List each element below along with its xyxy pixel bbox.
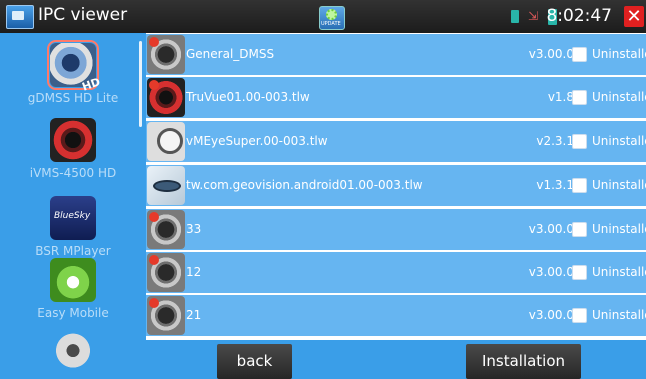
dmss-lens-icon [147, 296, 185, 335]
installation-button[interactable]: Installation [466, 344, 581, 379]
vmeye-webcam-icon [147, 122, 185, 161]
plugin-status: Uninstalled [592, 90, 646, 104]
gdmss-hd-icon: HD [47, 40, 102, 94]
update-button[interactable]: UPDATE [319, 6, 345, 30]
sidebar-item-camera-robot[interactable] [0, 333, 146, 377]
plugin-name: TruVue01.00-003.tlw [186, 90, 310, 104]
plugin-status: Uninstalled [592, 308, 646, 322]
install-checkbox[interactable] [572, 47, 587, 62]
plugin-version: v3.00.0 [528, 308, 574, 322]
back-button[interactable]: back [217, 344, 292, 379]
plugin-version: v2.3.1 [536, 134, 574, 148]
sidebar-item-ivms-4500-hd[interactable]: iVMS-4500 HD [0, 118, 146, 180]
plugin-status: Uninstalled [592, 222, 646, 236]
update-label: UPDATE [321, 21, 341, 27]
install-checkbox[interactable] [572, 222, 587, 237]
truvue-hd-lens-icon [147, 78, 185, 117]
plugin-status: Uninstalled [592, 265, 646, 279]
install-checkbox[interactable] [572, 90, 587, 105]
plugin-name: tw.com.geovision.android01.00-003.tlw [186, 178, 423, 192]
plugin-name: 12 [186, 265, 202, 279]
plugin-name: General_DMSS [186, 47, 275, 61]
install-checkbox[interactable] [572, 308, 587, 323]
list-item[interactable]: vMEyeSuper.00-003.tlw v2.3.1 Uninstalled [146, 121, 646, 162]
list-item[interactable]: 33 v3.00.0 Uninstalled [146, 209, 646, 250]
plugin-list: General_DMSS v3.00.0 Uninstalled TruVue0… [146, 33, 646, 340]
sim-card-icon [511, 10, 519, 23]
plugin-status: Uninstalled [592, 47, 646, 61]
camera-robot-icon [50, 333, 96, 377]
list-item[interactable]: TruVue01.00-003.tlw v1.8 Uninstalled [146, 77, 646, 118]
geovision-eye-icon [147, 166, 185, 205]
easy-mobile-icon [50, 258, 96, 302]
list-item[interactable]: 21 v3.00.0 Uninstalled [146, 295, 646, 336]
plugin-status: Uninstalled [592, 178, 646, 192]
gear-icon [326, 9, 337, 20]
ivms-icon [50, 118, 96, 162]
plugin-name: 33 [186, 222, 202, 236]
install-checkbox[interactable] [572, 265, 587, 280]
plugin-status: Uninstalled [592, 134, 646, 148]
list-item[interactable]: tw.com.geovision.android01.00-003.tlw v1… [146, 165, 646, 206]
dmss-lens-icon [147, 253, 185, 292]
install-checkbox[interactable] [572, 134, 587, 149]
close-button[interactable]: ✕ [624, 6, 644, 27]
list-item[interactable]: General_DMSS v3.00.0 Uninstalled [146, 34, 646, 75]
sidebar-item-gdmss-hd-lite[interactable]: HD gDMSS HD Lite [0, 40, 146, 105]
plugin-name: 21 [186, 308, 202, 322]
list-item[interactable]: 12 v3.00.0 Uninstalled [146, 252, 646, 293]
app-title: IPC viewer [38, 5, 128, 25]
dmss-lens-icon [147, 35, 185, 74]
title-bar: IPC viewer UPDATE ⇲ 8:02:47 ✕ [0, 0, 646, 33]
clock: 8:02:47 [546, 6, 612, 26]
sidebar-item-bsr-mplayer[interactable]: BSR MPlayer [0, 196, 146, 258]
ipc-viewer-app-icon [6, 5, 34, 29]
plugin-version: v1.3.1 [536, 178, 574, 192]
plugin-name: vMEyeSuper.00-003.tlw [186, 134, 328, 148]
plugin-version: v3.00.0 [528, 47, 574, 61]
install-checkbox[interactable] [572, 178, 587, 193]
bluesky-icon [50, 196, 96, 240]
plugin-version: v1.8 [547, 90, 574, 104]
sidebar-item-label: Easy Mobile [37, 306, 109, 320]
usb-icon: ⇲ [528, 9, 539, 23]
plugin-version: v3.00.0 [528, 265, 574, 279]
sidebar-item-label: BSR MPlayer [35, 244, 111, 258]
dmss-lens-icon [147, 210, 185, 249]
sidebar-item-label: iVMS-4500 HD [29, 166, 117, 180]
footer-bar: back Installation [146, 340, 646, 379]
app-sidebar: HD gDMSS HD Lite iVMS-4500 HD BSR MPlaye… [0, 33, 146, 379]
sidebar-item-easy-mobile[interactable]: Easy Mobile [0, 258, 146, 320]
plugin-version: v3.00.0 [528, 222, 574, 236]
sidebar-item-label: gDMSS HD Lite [27, 91, 119, 105]
